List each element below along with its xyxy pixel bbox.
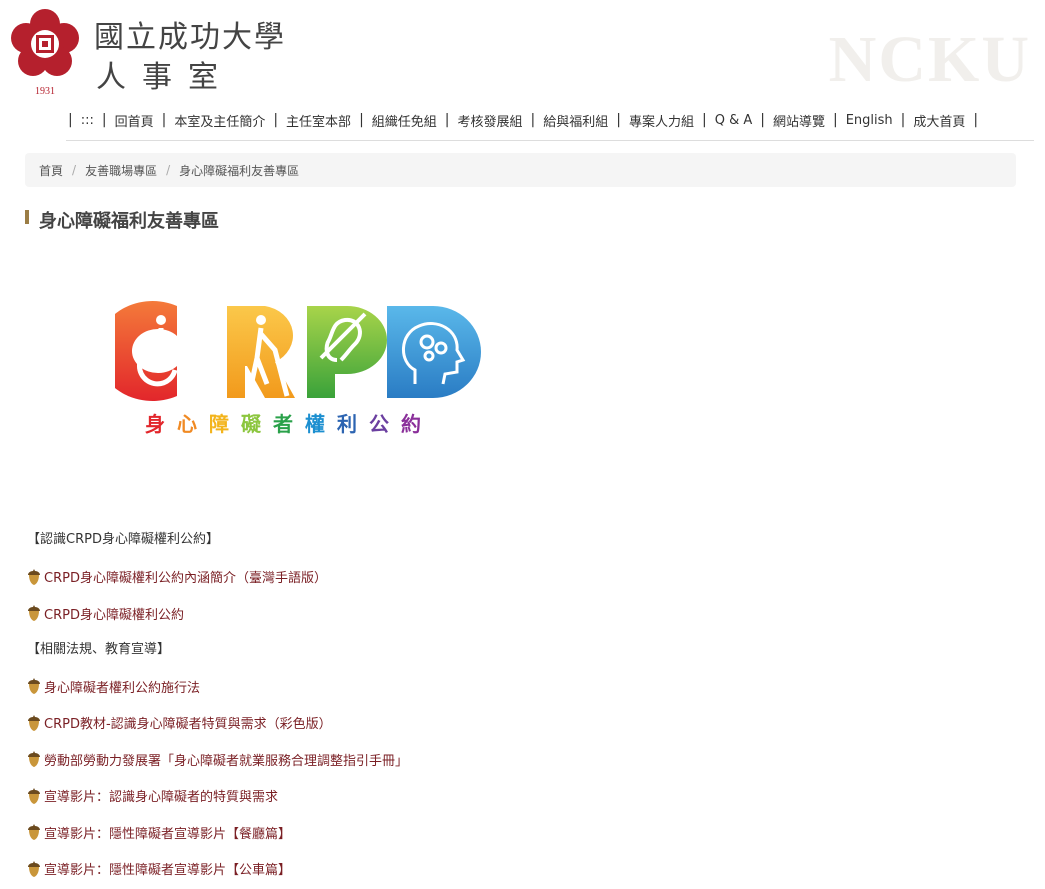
nav-separator: |	[973, 112, 979, 128]
list-item: 勞動部勞動力發展署「身心障礙者就業服務合理調整指引手冊」	[27, 747, 1007, 771]
breadcrumb-friendly-workplace[interactable]: 友善職場專區	[85, 162, 157, 179]
nav-item-ncku-home[interactable]: 成大首頁	[913, 111, 965, 130]
crpd-caption-char: 心	[177, 412, 197, 436]
breadcrumb-current: 身心障礙福利友善專區	[179, 163, 300, 178]
ncku-logo[interactable]: 1931	[8, 8, 82, 98]
crpd-caption-char: 礙	[241, 412, 261, 436]
link-video-traits-needs[interactable]: 宣導影片：認識身心障礙者的特質與需求	[44, 786, 278, 805]
nav-separator: |	[444, 112, 450, 128]
link-video-restaurant[interactable]: 宣導影片：隱性障礙者宣導影片【餐廳篇】	[44, 823, 291, 842]
list-item: 宣導影片：認識身心障礙者的特質與需求	[27, 784, 1007, 808]
list-item: CRPD身心障礙權利公約	[27, 601, 1007, 625]
acorn-bullet-icon	[28, 787, 40, 804]
nav-item-sitemap[interactable]: 網站導覽	[773, 111, 825, 130]
title-accent-bar	[25, 210, 29, 224]
list-item: CRPD身心障礙權利公約內涵簡介（臺灣手語版）	[27, 565, 1007, 589]
nav-separator: |	[900, 112, 906, 128]
site-header: 1931 國立成功大學 人事室 NCKU	[0, 0, 1045, 100]
nav-item-organization[interactable]: 組織任免組	[372, 111, 437, 130]
nav-separator: |	[702, 112, 707, 128]
section-heading-crpd: 【認識CRPD身心障礙權利公約】	[27, 532, 219, 547]
nav-separator: |	[760, 112, 765, 128]
crpd-caption: 身 心 障 礙 者 權 利 公 約	[145, 408, 421, 437]
acorn-bullet-icon	[28, 824, 40, 840]
link-crpd-enforcement-act[interactable]: 身心障礙者權利公約施行法	[44, 677, 200, 696]
nav-item-project-staff[interactable]: 專案人力組	[629, 111, 694, 130]
nav-separator: |	[101, 112, 107, 128]
acorn-bullet-icon	[28, 860, 40, 877]
nav-separator: |	[832, 112, 838, 128]
nav-item-benefits[interactable]: 給與福利組	[543, 111, 608, 130]
nav-divider	[66, 140, 1034, 141]
acorn-bullet-icon	[28, 714, 40, 731]
office-name: 人事室	[96, 60, 234, 95]
nav-item-home[interactable]: 回首頁	[115, 111, 154, 130]
acorn-bullet-icon	[28, 605, 40, 621]
breadcrumb-separator: /	[166, 163, 171, 177]
nav-separator: |	[273, 112, 279, 128]
crpd-caption-char: 約	[401, 412, 421, 436]
nav-item-qa[interactable]: Q & A	[715, 113, 753, 128]
list-item: CRPD教材-認識身心障礙者特質與需求（彩色版）	[27, 711, 1007, 735]
crpd-caption-char: 權	[305, 412, 325, 436]
crpd-letter-c-text: C	[163, 359, 164, 361]
main-nav: | ::: | 回首頁 | 本室及主任簡介 | 主任室本部 | 組織任免組 | …	[60, 108, 986, 132]
list-item: 宣導影片：隱性障礙者宣導影片【餐廳篇】	[27, 820, 1007, 844]
list-item: 宣導影片：隱性障礙者宣導影片【公車篇】	[27, 857, 1007, 881]
crpd-letter-d-text: D	[115, 300, 116, 301]
crpd-caption-char: 利	[337, 412, 357, 436]
breadcrumb: 首頁 / 友善職場專區 / 身心障礙福利友善專區	[25, 153, 1016, 187]
crpd-caption-char: 障	[209, 412, 229, 436]
nav-separator: |	[68, 112, 73, 128]
acorn-bullet-icon	[28, 751, 40, 767]
crpd-letter-d	[387, 306, 481, 398]
nav-item-director-office[interactable]: 主任室本部	[286, 111, 351, 130]
crpd-letter-p-text: P	[115, 300, 116, 301]
crpd-caption-char: 身	[145, 412, 165, 436]
nav-separator: |	[359, 112, 364, 128]
breadcrumb-separator: /	[72, 163, 77, 177]
acorn-bullet-icon	[28, 678, 40, 694]
crpd-caption-char: 公	[369, 412, 389, 436]
link-crpd-sign-language-intro[interactable]: CRPD身心障礙權利公約內涵簡介（臺灣手語版）	[44, 567, 327, 586]
nav-item-english[interactable]: English	[846, 113, 893, 128]
link-video-bus[interactable]: 宣導影片：隱性障礙者宣導影片【公車篇】	[44, 859, 291, 878]
main-content: 【認識CRPD身心障礙權利公約】 CRPD身心障礙權利公約內涵簡介（臺灣手語版）…	[27, 528, 1007, 889]
link-employment-accommodation-guide[interactable]: 勞動部勞動力發展署「身心障礙者就業服務合理調整指引手冊」	[44, 750, 408, 769]
list-item: 身心障礙者權利公約施行法	[27, 674, 1007, 698]
crpd-letter-r-text: R	[115, 300, 116, 301]
section-heading-regulations: 【相關法規、教育宣導】	[27, 641, 171, 657]
acorn-bullet-icon	[28, 568, 40, 585]
link-crpd-convention[interactable]: CRPD身心障礙權利公約	[44, 604, 184, 623]
nav-accesskey[interactable]: :::	[81, 113, 94, 128]
logo-year: 1931	[35, 86, 55, 97]
page-title: 身心障礙福利友善專區	[39, 211, 219, 232]
ncku-watermark: NCKU	[828, 23, 1031, 96]
nav-item-about[interactable]: 本室及主任簡介	[174, 111, 265, 130]
nav-separator: |	[530, 112, 536, 128]
crpd-caption-char: 者	[273, 412, 293, 436]
nav-separator: |	[616, 112, 621, 128]
nav-item-evaluation[interactable]: 考核發展組	[458, 111, 523, 130]
nav-separator: |	[161, 112, 167, 128]
university-name: 國立成功大學	[94, 20, 286, 55]
breadcrumb-home[interactable]: 首頁	[39, 162, 63, 179]
link-crpd-teaching-material[interactable]: CRPD教材-認識身心障礙者特質與需求（彩色版）	[44, 713, 332, 732]
